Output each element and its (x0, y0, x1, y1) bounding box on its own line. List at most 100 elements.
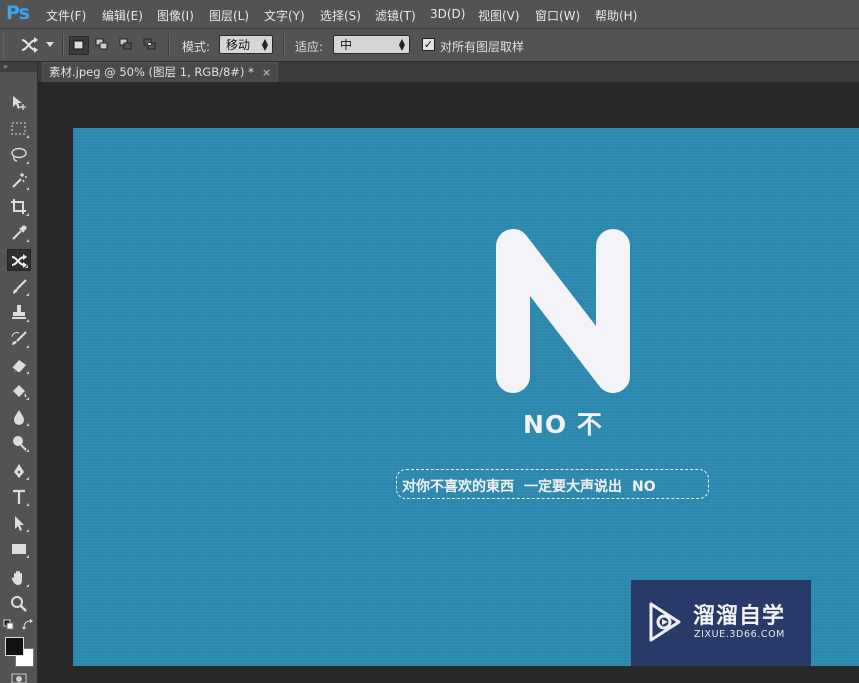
zoom-icon (11, 596, 27, 612)
slogan-text: 对你不喜欢的東西 一定要大声说出 NO (402, 476, 666, 496)
flyout-corner (26, 423, 29, 426)
swap-colors-icon[interactable] (22, 619, 34, 631)
menu-select[interactable]: 选择(S) (320, 7, 361, 24)
document-tab[interactable]: 素材.jpeg @ 50% (图层 1, RGB/8#) * × (42, 62, 279, 82)
pen-tool[interactable] (7, 460, 31, 482)
menu-help[interactable]: 帮助(H) (595, 7, 637, 24)
new-selection-icon (73, 40, 84, 50)
document-canvas[interactable]: NO 不 对你不喜欢的東西 一定要大声说出 NO 溜溜自学 ZIXUE.3D66.C… (73, 128, 859, 666)
intersect-selection-icon (143, 38, 156, 50)
chevron-down-icon[interactable] (46, 42, 54, 47)
menu-edit[interactable]: 编辑(E) (102, 7, 143, 24)
photoshop-logo: Ps (6, 2, 30, 24)
checkmark-icon: ✓ (423, 38, 434, 51)
default-colors-icon[interactable] (3, 619, 15, 631)
quick-mask-icon[interactable] (11, 673, 27, 683)
watermark-title: 溜溜自学 (693, 604, 786, 629)
close-icon[interactable]: × (262, 66, 271, 79)
move-icon (13, 96, 26, 110)
foreground-color-swatch[interactable] (5, 637, 24, 656)
zixue-play-logo-icon (649, 602, 681, 642)
watermark: 溜溜自学 ZIXUE.3D66.COM (631, 580, 811, 666)
subtract-from-selection-button[interactable] (117, 36, 135, 53)
paint-bucket-tool[interactable] (7, 380, 31, 402)
intersect-selection-button[interactable] (141, 36, 159, 53)
blur-tool[interactable] (7, 406, 31, 428)
lasso-tool[interactable] (7, 144, 31, 166)
type-tool[interactable] (7, 486, 31, 508)
menu-3d[interactable]: 3D(D) (430, 7, 465, 21)
hand-tool[interactable] (7, 567, 31, 589)
crop-tool[interactable] (7, 196, 31, 218)
tool-preset-picker[interactable] (20, 36, 40, 54)
flyout-corner (26, 477, 29, 480)
add-selection-icon (95, 38, 108, 50)
adapt-label: 适应: (295, 40, 324, 54)
menu-image[interactable]: 图像(I) (157, 7, 194, 24)
watermark-subtitle: ZIXUE.3D66.COM (694, 629, 785, 640)
slogan-part-2: 一定要大声说出 (524, 479, 622, 495)
flyout-corner (26, 187, 29, 190)
flyout-corner (26, 397, 29, 400)
flyout-corner (26, 161, 29, 164)
slogan-part-3: NO (632, 479, 656, 495)
menu-type[interactable]: 文字(Y) (264, 7, 305, 24)
flyout-corner (26, 584, 29, 587)
document-tab-title: 素材.jpeg @ 50% (图层 1, RGB/8#) * (49, 65, 254, 79)
path-selection-tool[interactable] (7, 512, 31, 534)
document-tab-strip: 素材.jpeg @ 50% (图层 1, RGB/8#) * × (38, 62, 859, 82)
magic-wand-tool[interactable] (7, 170, 31, 192)
content-aware-move-tool[interactable] (7, 249, 31, 271)
spinner-arrows-icon: ▲ ▼ (261, 37, 268, 52)
separator (283, 34, 285, 56)
flyout-corner (25, 265, 28, 268)
add-to-selection-button[interactable] (93, 36, 111, 53)
menu-view[interactable]: 视图(V) (478, 7, 520, 24)
menu-window[interactable]: 窗口(W) (535, 7, 580, 24)
menu-bar: Ps 文件(F) 编辑(E) 图像(I) 图层(L) 文字(Y) 选择(S) 滤… (0, 0, 859, 29)
options-bar-grip[interactable] (3, 33, 8, 57)
separator (168, 34, 170, 56)
flyout-corner (26, 371, 29, 374)
menu-filter[interactable]: 滤镜(T) (375, 7, 416, 24)
options-bar: 模式: 移动 ▲ ▼ 适应: 中 ▲ ▼ ✓ 对所有图层取样 (0, 29, 859, 62)
tools-panel: » (0, 62, 38, 683)
sample-all-layers-checkbox[interactable]: ✓ (422, 38, 435, 51)
mode-label: 模式: (182, 40, 211, 54)
adapt-select-value: 中 (340, 38, 353, 52)
spinner-arrows-icon: ▲ ▼ (398, 37, 405, 52)
flyout-corner (26, 555, 29, 558)
flyout-corner (26, 135, 29, 138)
flyout-corner (26, 293, 29, 296)
move-tool[interactable] (7, 92, 31, 114)
clone-stamp-tool[interactable] (7, 302, 31, 324)
flyout-corner (26, 213, 29, 216)
menu-file[interactable]: 文件(F) (46, 7, 86, 24)
flyout-corner (26, 449, 29, 452)
mode-select-value: 移动 (226, 38, 251, 52)
tools-panel-collapse-icon[interactable]: » (0, 62, 37, 72)
no-heading: NO 不 (523, 410, 603, 439)
eraser-tool[interactable] (7, 354, 31, 376)
separator (62, 34, 64, 56)
slogan-part-1: 对你不喜欢的東西 (402, 479, 514, 495)
marquee-tool[interactable] (7, 118, 31, 140)
rectangle-tool[interactable] (7, 538, 31, 560)
flyout-corner (26, 319, 29, 322)
history-brush-tool[interactable] (7, 328, 31, 350)
content-aware-move-icon (21, 37, 38, 53)
dodge-tool[interactable] (7, 432, 31, 454)
big-letter-n (496, 229, 630, 393)
menu-layer[interactable]: 图层(L) (209, 7, 249, 24)
new-selection-button[interactable] (69, 36, 89, 55)
eyedropper-tool[interactable] (7, 222, 31, 244)
flyout-corner (26, 503, 29, 506)
brush-tool[interactable] (7, 276, 31, 298)
flyout-corner (26, 239, 29, 242)
sample-all-layers-label: 对所有图层取样 (440, 40, 525, 54)
adapt-select[interactable]: 中 ▲ ▼ (333, 35, 410, 54)
flyout-corner (26, 529, 29, 532)
flyout-corner (26, 345, 29, 348)
zoom-tool[interactable] (7, 593, 31, 615)
mode-select[interactable]: 移动 ▲ ▼ (219, 35, 273, 54)
